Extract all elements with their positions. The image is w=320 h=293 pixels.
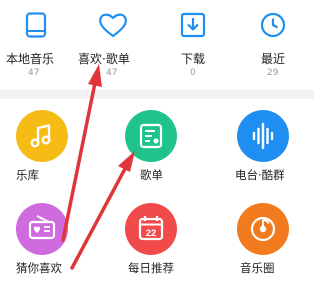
clock-icon xyxy=(260,12,286,38)
calendar-icon: 22 xyxy=(138,216,164,241)
tile-music-circle-label: 音乐圈 xyxy=(240,261,275,275)
tile-music-library[interactable]: 乐库 xyxy=(4,110,84,200)
heart-icon xyxy=(99,13,127,38)
tile-guess-you-like-label: 猜你喜欢 xyxy=(16,261,62,275)
playlist-icon xyxy=(139,123,163,149)
nav-recent-count: 29 xyxy=(267,68,279,78)
radio-icon xyxy=(28,215,56,240)
nav-download-count: 0 xyxy=(190,68,196,78)
nav-local-music-count: 47 xyxy=(28,68,40,78)
nav-favorites-count: 47 xyxy=(106,68,118,78)
radio-kugroup-circle xyxy=(237,110,289,162)
playlists-circle xyxy=(125,110,177,162)
music-circle-circle xyxy=(237,203,289,255)
tile-music-circle[interactable]: 音乐圈 xyxy=(225,203,305,293)
tile-daily-recommend[interactable]: 22 每日推荐 xyxy=(113,203,193,293)
tile-radio-kugroup[interactable]: 电台·酷群 xyxy=(225,110,305,200)
phone-icon xyxy=(25,12,47,38)
music-home-screen: 本地音乐 47 喜欢·歌单 47 下载 0 最近 29 乐库 歌单 电台·酷群 … xyxy=(0,0,314,285)
music-library-circle xyxy=(16,110,68,162)
music-disc-icon xyxy=(250,216,276,242)
nav-local-music-label: 本地音乐 xyxy=(6,52,55,66)
tile-daily-recommend-label: 每日推荐 xyxy=(128,261,174,275)
nav-recent-label: 最近 xyxy=(261,52,286,66)
guess-you-like-circle xyxy=(16,203,68,255)
nav-download[interactable]: 下载 0 xyxy=(158,0,236,90)
tile-guess-you-like[interactable]: 猜你喜欢 xyxy=(4,203,84,293)
soundwave-icon xyxy=(252,122,274,150)
section-divider xyxy=(0,90,314,99)
daily-recommend-circle: 22 xyxy=(125,203,177,255)
tile-playlists[interactable]: 歌单 xyxy=(113,110,193,200)
nav-favorites-playlists[interactable]: 喜欢·歌单 47 xyxy=(78,0,158,90)
nav-recent[interactable]: 最近 29 xyxy=(236,0,314,90)
tile-music-library-label: 乐库 xyxy=(16,168,39,182)
nav-download-label: 下载 xyxy=(181,52,206,66)
calendar-day-badge: 22 xyxy=(146,228,157,239)
nav-local-music[interactable]: 本地音乐 47 xyxy=(0,0,78,90)
music-note-icon xyxy=(30,124,51,148)
download-icon xyxy=(180,12,206,38)
nav-favorites-label: 喜欢·歌单 xyxy=(78,52,130,66)
tile-playlists-label: 歌单 xyxy=(140,168,163,182)
tile-radio-kugroup-label: 电台·酷群 xyxy=(235,168,285,182)
